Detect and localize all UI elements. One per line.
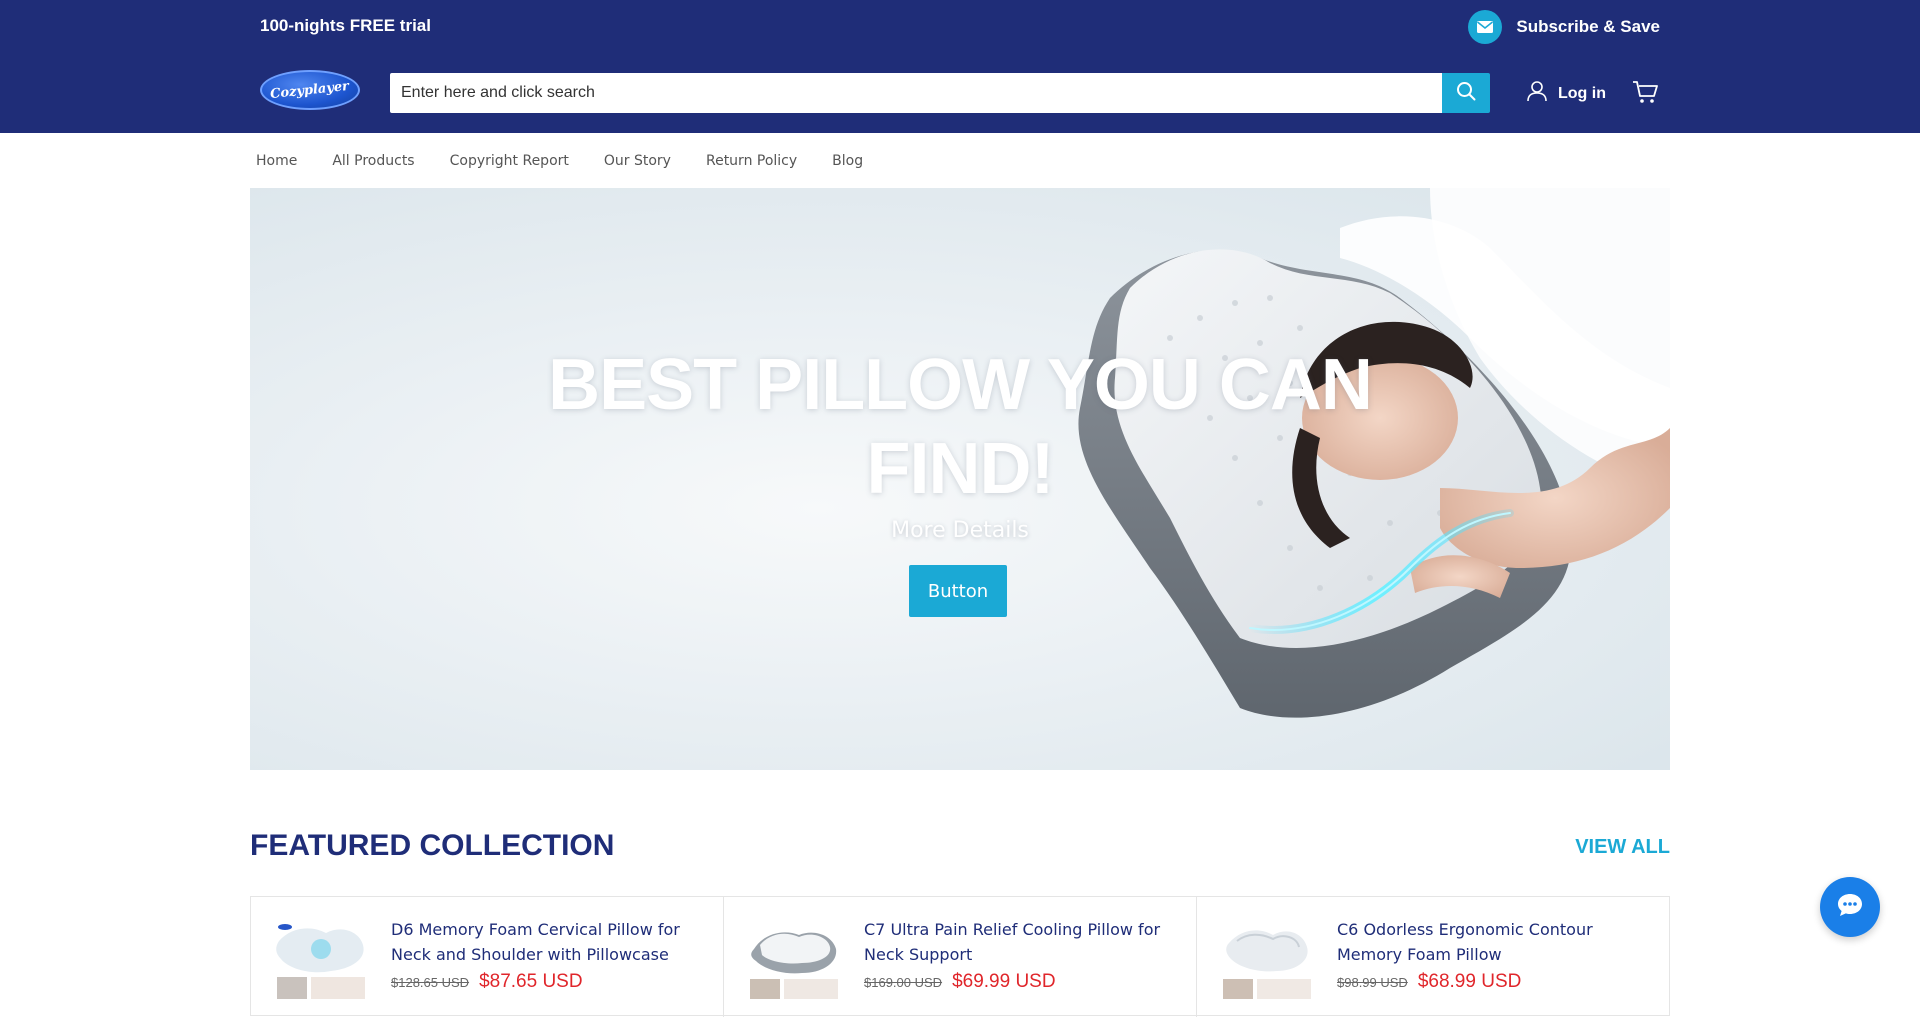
original-price: $128.65 USD — [391, 975, 470, 990]
search-input[interactable] — [390, 73, 1442, 113]
product-prices: $98.99 USD $68.99 USD — [1337, 971, 1521, 993]
nav-item-home[interactable]: Home — [250, 153, 303, 169]
sale-price: $68.99 USD — [1417, 971, 1522, 992]
product-prices: $169.00 USD $69.99 USD — [864, 971, 1056, 993]
featured-collection-title: FEATURED COLLECTION — [250, 829, 615, 862]
search-icon — [1456, 81, 1476, 106]
login-link[interactable]: Log in — [1526, 80, 1606, 107]
nav-item-copyright-report[interactable]: Copyright Report — [444, 153, 575, 169]
view-all-link[interactable]: VIEW ALL — [1575, 836, 1670, 859]
chat-button[interactable] — [1820, 877, 1880, 937]
nav-item-all-products[interactable]: All Products — [326, 153, 420, 169]
hero-title: BEST PILLOW YOU CAN FIND! — [548, 345, 1373, 509]
site-logo[interactable]: Cozyplayer — [260, 70, 360, 110]
cart-icon — [1632, 81, 1658, 108]
search-bar — [390, 73, 1490, 113]
hero-banner: BEST PILLOW YOU CAN FIND! More Details B… — [250, 188, 1670, 770]
site-header: 100-nights FREE trial Subscribe & Save C… — [0, 0, 1920, 133]
original-price: $169.00 USD — [864, 975, 943, 990]
chat-icon — [1836, 892, 1864, 923]
login-label: Log in — [1558, 84, 1606, 102]
nav-item-return-policy[interactable]: Return Policy — [700, 153, 803, 169]
product-image[interactable] — [1217, 919, 1317, 999]
subscribe-label: Subscribe & Save — [1516, 17, 1660, 36]
subscribe-link[interactable]: Subscribe & Save — [1468, 10, 1660, 44]
mail-icon — [1468, 10, 1503, 44]
hero-button[interactable]: Button — [909, 565, 1007, 617]
user-icon — [1526, 80, 1548, 107]
sale-price: $69.99 USD — [952, 971, 1056, 992]
announcement-text: 100-nights FREE trial — [260, 16, 431, 35]
product-image[interactable] — [271, 919, 371, 999]
product-name[interactable]: D6 Memory Foam Cervical Pillow for Neck … — [391, 917, 701, 967]
original-price: $98.99 USD — [1337, 975, 1408, 990]
product-card[interactable]: D6 Memory Foam Cervical Pillow for Neck … — [251, 897, 724, 1017]
main-nav: Home All Products Copyright Report Our S… — [250, 133, 892, 188]
product-name[interactable]: C6 Odorless Ergonomic Contour Memory Foa… — [1337, 917, 1647, 967]
nav-item-our-story[interactable]: Our Story — [598, 153, 677, 169]
search-button[interactable] — [1442, 73, 1490, 113]
product-card[interactable]: C7 Ultra Pain Relief Cooling Pillow for … — [724, 897, 1197, 1017]
hero-subtitle[interactable]: More Details — [250, 518, 1670, 543]
product-list: D6 Memory Foam Cervical Pillow for Neck … — [250, 896, 1670, 1017]
product-prices: $128.65 USD $87.65 USD — [391, 971, 583, 993]
hero-content: BEST PILLOW YOU CAN FIND! More Details B… — [250, 188, 1670, 770]
product-image[interactable] — [744, 919, 844, 999]
product-name[interactable]: C7 Ultra Pain Relief Cooling Pillow for … — [864, 917, 1174, 967]
nav-item-blog[interactable]: Blog — [826, 153, 869, 169]
cart-button[interactable] — [1632, 80, 1658, 109]
sale-price: $87.65 USD — [479, 971, 583, 992]
product-card[interactable]: C6 Odorless Ergonomic Contour Memory Foa… — [1197, 897, 1669, 1017]
logo-text: Cozyplayer — [269, 78, 351, 102]
